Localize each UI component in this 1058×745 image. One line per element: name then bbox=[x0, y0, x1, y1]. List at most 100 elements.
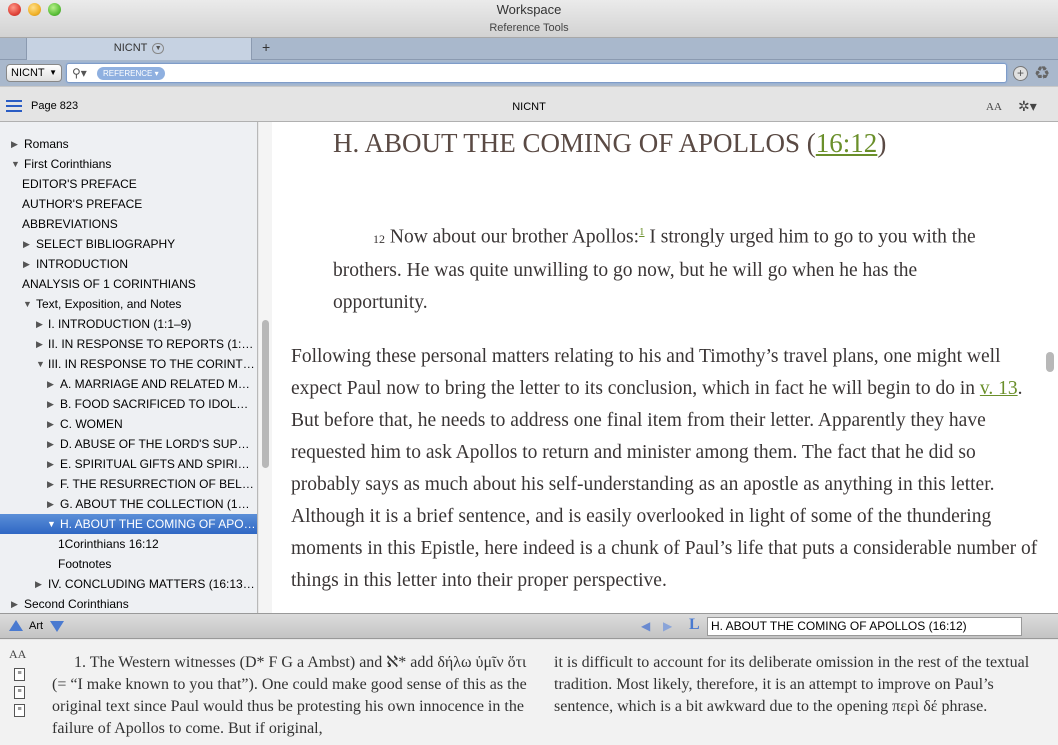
disclosure-triangle-closed-icon[interactable]: ▶ bbox=[47, 494, 57, 514]
footnote-column-2: it is difficult to account for its delib… bbox=[554, 654, 1030, 715]
disclosure-triangle-closed-icon[interactable]: ▶ bbox=[23, 254, 33, 274]
sidebar-item[interactable]: AUTHOR'S PREFACE bbox=[0, 194, 257, 214]
sidebar-item-label: ABBREVIATIONS bbox=[22, 217, 118, 231]
sidebar-scrollbar[interactable] bbox=[259, 122, 272, 613]
recycle-icon[interactable]: ♻ bbox=[1034, 63, 1050, 84]
window-subtitle: Reference Tools bbox=[489, 22, 569, 34]
go-button[interactable]: + bbox=[1013, 66, 1028, 81]
sidebar-item[interactable]: ANALYSIS OF 1 CORINTHIANS bbox=[0, 274, 257, 294]
disclosure-triangle-closed-icon[interactable]: ▶ bbox=[47, 474, 57, 494]
reference-pill-label: REFERENCE bbox=[103, 69, 153, 78]
title-bar: Workspace Reference Tools bbox=[0, 0, 1058, 38]
sidebar-item[interactable]: ▶ D. ABUSE OF THE LORD'S SUPP… bbox=[0, 434, 257, 454]
table-of-contents-sidebar: ▶ Romans ▼ First Corinthians EDITOR'S PREFAC… bbox=[0, 122, 258, 613]
disclosure-triangle-open-icon[interactable]: ▼ bbox=[36, 354, 46, 374]
sidebar-item-label: First Corinthians bbox=[24, 157, 112, 171]
section-heading: H. ABOUT THE COMING OF APOLLOS (16:12) bbox=[333, 128, 886, 159]
sidebar-item-label: IV. CONCLUDING MATTERS (16:13… bbox=[48, 577, 255, 591]
sidebar-item-label: SELECT BIBLIOGRAPHY bbox=[36, 237, 176, 251]
disclosure-triangle-closed-icon[interactable]: ▶ bbox=[36, 314, 46, 334]
reference-type-pill[interactable]: REFERENCE ▾ bbox=[97, 67, 165, 80]
disclosure-triangle-closed-icon[interactable]: ▶ bbox=[36, 334, 46, 354]
disclosure-triangle-closed-icon[interactable]: ▶ bbox=[47, 434, 57, 454]
sidebar-item[interactable]: ABBREVIATIONS bbox=[0, 214, 257, 234]
disclosure-triangle-closed-icon[interactable]: ▶ bbox=[47, 454, 57, 474]
resource-title: NICNT bbox=[512, 101, 546, 113]
sidebar-item[interactable]: 1Corinthians 16:12 bbox=[0, 534, 257, 554]
footnote-font-size-icon[interactable]: AA bbox=[9, 647, 26, 662]
sidebar-item-label: ANALYSIS OF 1 CORINTHIANS bbox=[22, 277, 196, 291]
sidebar-item[interactable]: ▼ First Corinthians bbox=[0, 154, 257, 174]
reading-pane: H. ABOUT THE COMING OF APOLLOS (16:12) 1… bbox=[272, 122, 1058, 613]
resource-select[interactable]: NICNT ▼ bbox=[6, 64, 62, 82]
sidebar-item[interactable]: EDITOR'S PREFACE bbox=[0, 174, 257, 194]
sidebar-item[interactable]: ▶ E. SPIRITUAL GIFTS AND SPIRIT… bbox=[0, 454, 257, 474]
sidebar-item-label: D. ABUSE OF THE LORD'S SUPP… bbox=[60, 437, 256, 451]
sidebar-item-label: Text, Exposition, and Notes bbox=[36, 297, 182, 311]
next-footnote-icon[interactable] bbox=[50, 621, 64, 632]
clipboard-icon[interactable]: ≡ bbox=[14, 704, 25, 717]
sidebar-item-label: I. INTRODUCTION (1:1–9) bbox=[48, 317, 192, 331]
sidebar-item-label: III. IN RESPONSE TO THE CORINT… bbox=[48, 357, 255, 371]
tab-nicnt[interactable]: NICNT ▼ bbox=[26, 38, 252, 60]
chevron-down-icon: ▼ bbox=[49, 68, 57, 77]
disclosure-triangle-open-icon[interactable]: ▼ bbox=[47, 514, 57, 534]
disclosure-triangle-closed-icon[interactable]: ▶ bbox=[35, 574, 45, 594]
sidebar-item-label: Footnotes bbox=[58, 557, 112, 571]
resource-toolbar: Page 823 NICNT AA ✲▾ bbox=[0, 86, 1058, 122]
sidebar-item[interactable]: ▶ INTRODUCTION bbox=[0, 254, 257, 274]
gear-icon[interactable]: ✲▾ bbox=[1018, 98, 1037, 115]
sidebar-item[interactable]: ▶ Romans bbox=[0, 134, 257, 154]
sidebar-item[interactable]: ▶ G. ABOUT THE COLLECTION (16:… bbox=[0, 494, 257, 514]
location-field[interactable]: H. ABOUT THE COMING OF APOLLOS (16:12) bbox=[707, 617, 1022, 636]
reference-search-input[interactable]: ⚲▾ REFERENCE ▾ bbox=[66, 63, 1007, 83]
sidebar-item[interactable]: ▶ A. MARRIAGE AND RELATED MA… bbox=[0, 374, 257, 394]
link-set-icon[interactable]: L bbox=[689, 616, 700, 634]
sidebar-item[interactable]: ▶ B. FOOD SACRIFICED TO IDOLS… bbox=[0, 394, 257, 414]
sidebar-item-label: 1Corinthians 16:12 bbox=[58, 537, 159, 551]
sidebar-item[interactable]: ▶ Second Corinthians bbox=[0, 594, 257, 613]
font-size-icon[interactable]: AA bbox=[986, 99, 1002, 114]
previous-footnote-icon[interactable] bbox=[9, 620, 23, 631]
disclosure-triangle-closed-icon[interactable]: ▶ bbox=[47, 414, 57, 434]
verse-reference-link[interactable]: v. 13 bbox=[980, 378, 1018, 399]
commentary-paragraph: Following these personal matters relatin… bbox=[291, 341, 1041, 597]
sidebar-item-label: E. SPIRITUAL GIFTS AND SPIRIT… bbox=[60, 457, 256, 471]
sidebar-item[interactable]: ▶ SELECT BIBLIOGRAPHY bbox=[0, 234, 257, 254]
section-heading-close: ) bbox=[877, 128, 887, 158]
disclosure-triangle-open-icon[interactable]: ▼ bbox=[23, 294, 33, 314]
sidebar-item-label: INTRODUCTION bbox=[36, 257, 128, 271]
forward-arrow-icon[interactable]: ▶ bbox=[663, 619, 672, 633]
sidebar-item[interactable]: ▶ C. WOMEN bbox=[0, 414, 257, 434]
add-tab-button[interactable]: + bbox=[262, 39, 270, 55]
sidebar-item[interactable]: Footnotes bbox=[0, 554, 257, 574]
disclosure-triangle-closed-icon[interactable]: ▶ bbox=[23, 234, 33, 254]
tab-bar: NICNT ▼ + bbox=[0, 38, 1058, 60]
disclosure-triangle-closed-icon[interactable]: ▶ bbox=[11, 594, 21, 613]
sidebar-item-label: Romans bbox=[24, 137, 69, 151]
disclosure-triangle-closed-icon[interactable]: ▶ bbox=[47, 374, 57, 394]
sidebar-item[interactable]: ▶ IV. CONCLUDING MATTERS (16:13… bbox=[0, 574, 257, 594]
sidebar-item[interactable]: ▶ II. IN RESPONSE TO REPORTS (1:1… bbox=[0, 334, 257, 354]
sidebar-item-label: F. THE RESURRECTION OF BELI… bbox=[60, 477, 256, 491]
document-icon[interactable]: ≡ bbox=[14, 668, 25, 681]
sidebar-item[interactable]: ▼ Text, Exposition, and Notes bbox=[0, 294, 257, 314]
sidebar-item[interactable]: ▼ III. IN RESPONSE TO THE CORINT… bbox=[0, 354, 257, 374]
back-arrow-icon[interactable]: ◀ bbox=[641, 619, 650, 633]
footnote-bar: Art ◀ ▶ L H. ABOUT THE COMING OF APOLLOS… bbox=[0, 613, 1058, 639]
search-icon[interactable]: ⚲▾ bbox=[72, 66, 87, 80]
content-scrollbar-thumb[interactable] bbox=[1046, 352, 1054, 372]
notes-icon[interactable]: ≡ bbox=[14, 686, 25, 699]
tab-menu-chevron-icon[interactable]: ▼ bbox=[152, 42, 165, 54]
sidebar-item[interactable]: ▶ I. INTRODUCTION (1:1–9) bbox=[0, 314, 257, 334]
heading-reference-link[interactable]: 16:12 bbox=[816, 128, 878, 158]
disclosure-triangle-open-icon[interactable]: ▼ bbox=[11, 154, 21, 174]
disclosure-triangle-closed-icon[interactable]: ▶ bbox=[11, 134, 21, 154]
sidebar-item[interactable]: ▶ F. THE RESURRECTION OF BELI… bbox=[0, 474, 257, 494]
sidebar-item[interactable]: ▼ H. ABOUT THE COMING OF APO… bbox=[0, 514, 257, 534]
footnote-bar-label[interactable]: Art bbox=[29, 620, 43, 632]
sidebar-scrollbar-thumb[interactable] bbox=[262, 320, 269, 468]
sidebar-item-label: EDITOR'S PREFACE bbox=[22, 177, 137, 191]
commentary-text-a: Following these personal matters relatin… bbox=[291, 346, 1001, 399]
disclosure-triangle-closed-icon[interactable]: ▶ bbox=[47, 394, 57, 414]
